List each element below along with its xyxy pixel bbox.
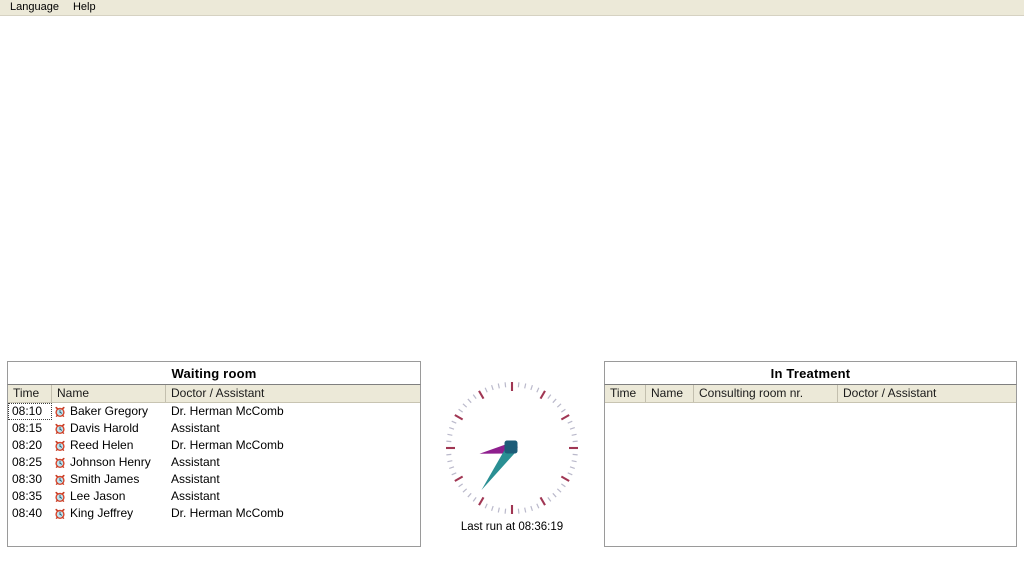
waiting-room-cell-doctor[interactable]: Dr. Herman McComb	[166, 505, 420, 522]
waiting-room-patient-name: Reed Helen	[70, 438, 134, 452]
waiting-room-patient-name: Smith James	[70, 472, 140, 486]
waiting-room-cell-name[interactable]: Davis Harold	[52, 420, 166, 437]
waiting-room-cell-name[interactable]: Baker Gregory	[52, 403, 166, 420]
waiting-room-cell-doctor[interactable]: Assistant	[166, 488, 420, 505]
alarm-clock-icon	[54, 423, 66, 435]
clock-widget: Last run at 08:36:19	[437, 378, 587, 548]
waiting-room-cell-time[interactable]: 08:35	[8, 488, 52, 505]
in-treatment-col-doctor[interactable]: Doctor / Assistant	[838, 385, 1016, 402]
waiting-room-col-doctor[interactable]: Doctor / Assistant	[166, 385, 420, 402]
menu-help[interactable]: Help	[66, 0, 103, 16]
waiting-room-row[interactable]: 08:35 Lee Jason Assistant	[8, 488, 420, 505]
waiting-room-patient-name: Lee Jason	[70, 489, 126, 503]
waiting-room-col-name[interactable]: Name	[52, 385, 166, 402]
waiting-room-cell-doctor[interactable]: Assistant	[166, 454, 420, 471]
waiting-room-row[interactable]: 08:10 Baker Gregory Dr. Herman McComb	[8, 403, 420, 420]
alarm-clock-icon	[54, 508, 66, 520]
in-treatment-grid[interactable]: Time Name Consulting room nr. Doctor / A…	[604, 384, 1017, 547]
waiting-room-patient-name: Davis Harold	[70, 421, 139, 435]
waiting-room-cell-doctor[interactable]: Assistant	[166, 420, 420, 437]
waiting-room-grid[interactable]: Time Name Doctor / Assistant 08:10 Baker …	[7, 384, 421, 547]
waiting-room-cell-doctor[interactable]: Dr. Herman McComb	[166, 403, 420, 420]
alarm-clock-icon	[54, 474, 66, 486]
waiting-room-cell-time[interactable]: 08:40	[8, 505, 52, 522]
waiting-room-cell-time[interactable]: 08:30	[8, 471, 52, 488]
waiting-room-cell-name[interactable]: Lee Jason	[52, 488, 166, 505]
alarm-clock-icon	[54, 440, 66, 452]
waiting-room-col-time[interactable]: Time	[8, 385, 52, 402]
waiting-room-cell-time[interactable]: 08:10	[8, 403, 52, 420]
waiting-room-cell-doctor[interactable]: Assistant	[166, 471, 420, 488]
in-treatment-col-name[interactable]: Name	[646, 385, 694, 402]
waiting-room-cell-time[interactable]: 08:20	[8, 437, 52, 454]
waiting-room-cell-name[interactable]: Reed Helen	[52, 437, 166, 454]
waiting-room-title: Waiting room	[7, 361, 421, 384]
menu-bar: Language Help	[0, 0, 1024, 16]
waiting-room-row[interactable]: 08:40 King Jeffrey Dr. Herman McComb	[8, 505, 420, 522]
in-treatment-title: In Treatment	[604, 361, 1017, 384]
waiting-room-row[interactable]: 08:25 Johnson Henry Assistant	[8, 454, 420, 471]
waiting-room-header-row: Time Name Doctor / Assistant	[8, 385, 420, 403]
menu-language[interactable]: Language	[3, 0, 66, 16]
waiting-room-row[interactable]: 08:20 Reed Helen Dr. Herman McComb	[8, 437, 420, 454]
in-treatment-header-row: Time Name Consulting room nr. Doctor / A…	[605, 385, 1016, 403]
in-treatment-col-time[interactable]: Time	[605, 385, 646, 402]
in-treatment-col-room[interactable]: Consulting room nr.	[694, 385, 838, 402]
waiting-room-patient-name: King Jeffrey	[70, 506, 134, 520]
clock-hands	[479, 440, 518, 491]
alarm-clock-icon	[54, 491, 66, 503]
alarm-clock-icon	[54, 406, 66, 418]
waiting-room-patient-name: Johnson Henry	[70, 455, 151, 469]
waiting-room-cell-name[interactable]: Johnson Henry	[52, 454, 166, 471]
waiting-room-patient-name: Baker Gregory	[70, 404, 149, 418]
waiting-room-cell-name[interactable]: King Jeffrey	[52, 505, 166, 522]
waiting-room-panel: Waiting room Time Name Doctor / Assistan…	[7, 361, 421, 547]
waiting-room-row[interactable]: 08:15 Davis Harold Assistant	[8, 420, 420, 437]
alarm-clock-icon	[54, 457, 66, 469]
in-treatment-panel: In Treatment Time Name Consulting room n…	[604, 361, 1017, 547]
waiting-room-body: 08:10 Baker Gregory Dr. Herman McComb 08:15…	[8, 403, 420, 522]
clock-svg	[446, 382, 578, 514]
waiting-room-cell-name[interactable]: Smith James	[52, 471, 166, 488]
clock-last-run-label: Last run at 08:36:19	[460, 521, 564, 533]
waiting-room-cell-time[interactable]: 08:25	[8, 454, 52, 471]
analog-clock-face	[442, 378, 582, 518]
waiting-room-cell-doctor[interactable]: Dr. Herman McComb	[166, 437, 420, 454]
waiting-room-cell-time[interactable]: 08:15	[8, 420, 52, 437]
waiting-room-row[interactable]: 08:30 Smith James Assistant	[8, 471, 420, 488]
